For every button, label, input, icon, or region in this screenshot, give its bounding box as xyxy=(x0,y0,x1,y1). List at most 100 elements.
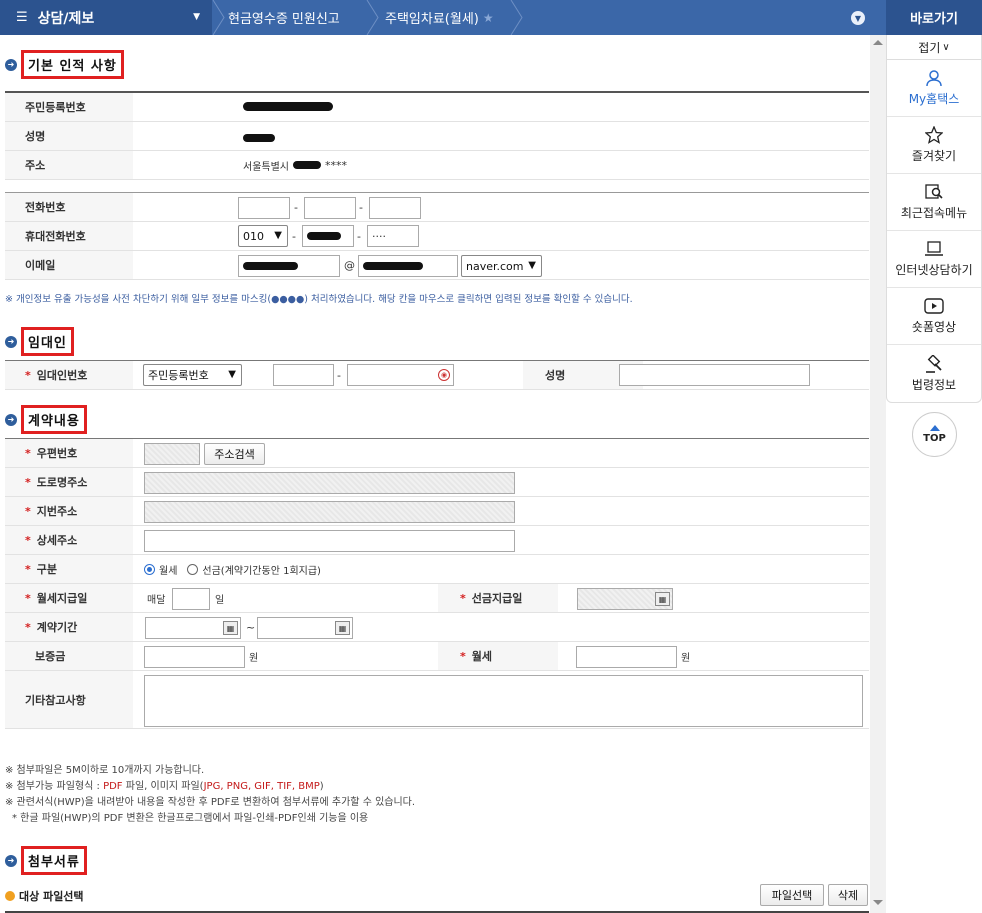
chevron-down-icon: ▼ xyxy=(528,260,536,271)
calendar-icon[interactable]: ▦ xyxy=(335,621,350,635)
user-icon xyxy=(926,70,942,87)
sidebar-title: 바로가기 xyxy=(886,0,982,35)
table-row: 이메일 @ naver.com ▼ xyxy=(5,251,869,280)
chevron-down-icon: ▼ xyxy=(228,369,236,380)
breadcrumb-separator-icon xyxy=(366,0,380,35)
calendar-icon[interactable]: ▦ xyxy=(223,621,238,635)
deposit-input[interactable] xyxy=(144,646,245,668)
sidebar-list: My홈택스 즐겨찾기 최근접속메뉴 인터넷상담하기 숏폼영상 법령정보 xyxy=(886,60,982,403)
sidebar-item-my-hometax[interactable]: My홈택스 xyxy=(887,60,981,117)
scroll-down-arrow-icon[interactable] xyxy=(873,900,883,905)
breadcrumb-separator-icon xyxy=(212,0,226,35)
table-row: 기타참고사항 xyxy=(5,671,869,729)
phone-3-input[interactable] xyxy=(369,197,421,219)
file-select-button[interactable]: 파일선택 xyxy=(760,884,824,906)
attachment-bar: 대상 파일선택 파일선택 삭제 xyxy=(5,880,869,913)
chevron-down-icon: ∨ xyxy=(942,41,950,53)
star-icon xyxy=(925,126,943,144)
section-title-basic-info: ➜ 기본 인적 사항 xyxy=(5,50,124,79)
sidebar-item-law-info[interactable]: 법령정보 xyxy=(887,345,981,402)
section-title-attachments: ➜ 첨부서류 xyxy=(5,846,87,875)
detail-address-input[interactable] xyxy=(144,530,515,552)
address-search-button[interactable]: 주소검색 xyxy=(204,443,265,465)
masking-notice: ※ 개인정보 유출 가능성을 사전 차단하기 위해 일부 정보를 마스킹(●●●… xyxy=(5,294,633,305)
fold-button[interactable]: 접기 ∨ xyxy=(886,35,982,60)
play-icon xyxy=(924,298,944,314)
mobile-3-input[interactable]: ···· xyxy=(367,225,419,247)
section-title-contract: ➜ 계약내용 xyxy=(5,405,87,434)
sidebar-item-short-video[interactable]: 숏폼영상 xyxy=(887,288,981,345)
table-row: * 우편번호 주소검색 xyxy=(5,439,869,468)
lessor-id-1-input[interactable] xyxy=(273,364,334,386)
lessor-name-input[interactable] xyxy=(619,364,810,386)
sidebar-item-favorites[interactable]: 즐겨찾기 xyxy=(887,117,981,174)
arrow-circle-icon: ➜ xyxy=(5,335,17,348)
chevron-down-icon: ▼ xyxy=(193,12,200,22)
calendar-icon[interactable]: ▦ xyxy=(655,592,670,606)
basic-info-table: 주민등록번호 성명 주소 서울특별시 **** xyxy=(5,91,869,180)
masked-value xyxy=(243,134,275,142)
lessor-table: * 임대인번호 주민등록번호 ▼ - ◉ 성명 xyxy=(5,360,869,390)
contact-table: 전화번호 - - 휴대전화번호 010 ▼ - - ···· 이메일 @ nave… xyxy=(5,192,869,280)
bullet-icon xyxy=(5,890,15,901)
table-row: * 지번주소 xyxy=(5,497,869,526)
payday-input[interactable] xyxy=(172,588,210,610)
expand-chevron-icon[interactable]: ▼ xyxy=(851,11,865,25)
scroll-to-top-button[interactable]: TOP xyxy=(912,412,957,457)
table-row: * 계약기간 ▦ ~ ▦ xyxy=(5,613,869,642)
prepay-date-input[interactable]: ▦ xyxy=(577,588,673,610)
masked-value xyxy=(243,102,333,111)
zipcode-input[interactable] xyxy=(144,443,200,465)
table-row: 주민등록번호 xyxy=(5,93,869,122)
lessor-id-2-input[interactable]: ◉ xyxy=(347,364,454,386)
section-title-lessor: ➜ 임대인 xyxy=(5,327,74,356)
mobile-prefix-select[interactable]: 010 ▼ xyxy=(238,225,288,247)
arrow-circle-icon: ➜ xyxy=(5,413,17,426)
table-row: 휴대전화번호 010 ▼ - - ···· xyxy=(5,222,869,251)
note-line: ※ 관련서식(HWP)을 내려받아 내용을 작성한 후 PDF로 변환하여 첨부… xyxy=(5,797,416,808)
recent-search-icon xyxy=(925,184,943,199)
table-row: * 상세주소 xyxy=(5,526,869,555)
arrow-circle-icon: ➜ xyxy=(5,58,17,71)
sidebar-item-online-consult[interactable]: 인터넷상담하기 xyxy=(887,231,981,288)
address-value: 서울특별시 **** xyxy=(243,158,347,173)
email-domain-input[interactable] xyxy=(358,255,458,277)
prepaid-radio[interactable] xyxy=(187,563,199,575)
table-row: 성명 xyxy=(5,122,869,151)
breadcrumb-item-rent[interactable]: 주택임차료(월세) ★ xyxy=(385,0,494,35)
table-row: 전화번호 - - xyxy=(5,193,869,222)
keyboard-security-icon: ◉ xyxy=(438,369,450,381)
favorite-star-icon[interactable]: ★ xyxy=(483,11,494,25)
delete-button[interactable]: 삭제 xyxy=(828,884,868,906)
contract-table: * 우편번호 주소검색 * 도로명주소 * 지번주소 * 상세주소 * 구분 월세 선금(… xyxy=(5,438,869,729)
monthly-radio[interactable] xyxy=(144,563,155,575)
hamburger-icon: ☰ xyxy=(16,10,28,25)
arrow-circle-icon: ➜ xyxy=(5,854,17,867)
scroll-up-arrow-icon[interactable] xyxy=(873,40,883,45)
email-id-input[interactable] xyxy=(238,255,340,277)
period-end-input[interactable]: ▦ xyxy=(257,617,353,639)
laptop-icon xyxy=(925,241,943,256)
table-row: * 임대인번호 주민등록번호 ▼ - ◉ 성명 xyxy=(5,361,869,390)
phone-2-input[interactable] xyxy=(304,197,356,219)
memo-textarea[interactable] xyxy=(144,675,863,727)
email-domain-select[interactable]: naver.com ▼ xyxy=(461,255,542,277)
menu-label: 상담/제보 xyxy=(37,10,95,27)
table-row: * 도로명주소 xyxy=(5,468,869,497)
jibun-address-input[interactable] xyxy=(144,501,515,523)
rent-input[interactable] xyxy=(576,646,677,668)
breadcrumb-separator-icon xyxy=(510,0,524,35)
lessor-id-type-select[interactable]: 주민등록번호 ▼ xyxy=(143,364,242,386)
breadcrumb-item-cash-receipt[interactable]: 현금영수증 민원신고 xyxy=(228,0,340,35)
mobile-2-input[interactable] xyxy=(302,225,354,247)
table-row: 주소 서울특별시 **** xyxy=(5,151,869,180)
chevron-down-icon: ▼ xyxy=(274,230,282,241)
sidebar-item-recent-menu[interactable]: 최근접속메뉴 xyxy=(887,174,981,231)
menu-dropdown-button[interactable]: ☰ 상담/제보 ▼ xyxy=(0,0,212,35)
gavel-icon xyxy=(926,354,942,373)
note-line: ※ 첨부파일은 5M이하로 10개까지 가능합니다. xyxy=(5,765,205,776)
phone-1-input[interactable] xyxy=(238,197,290,219)
road-address-input[interactable] xyxy=(144,472,515,494)
scrollbar[interactable] xyxy=(870,35,886,913)
period-start-input[interactable]: ▦ xyxy=(145,617,241,639)
